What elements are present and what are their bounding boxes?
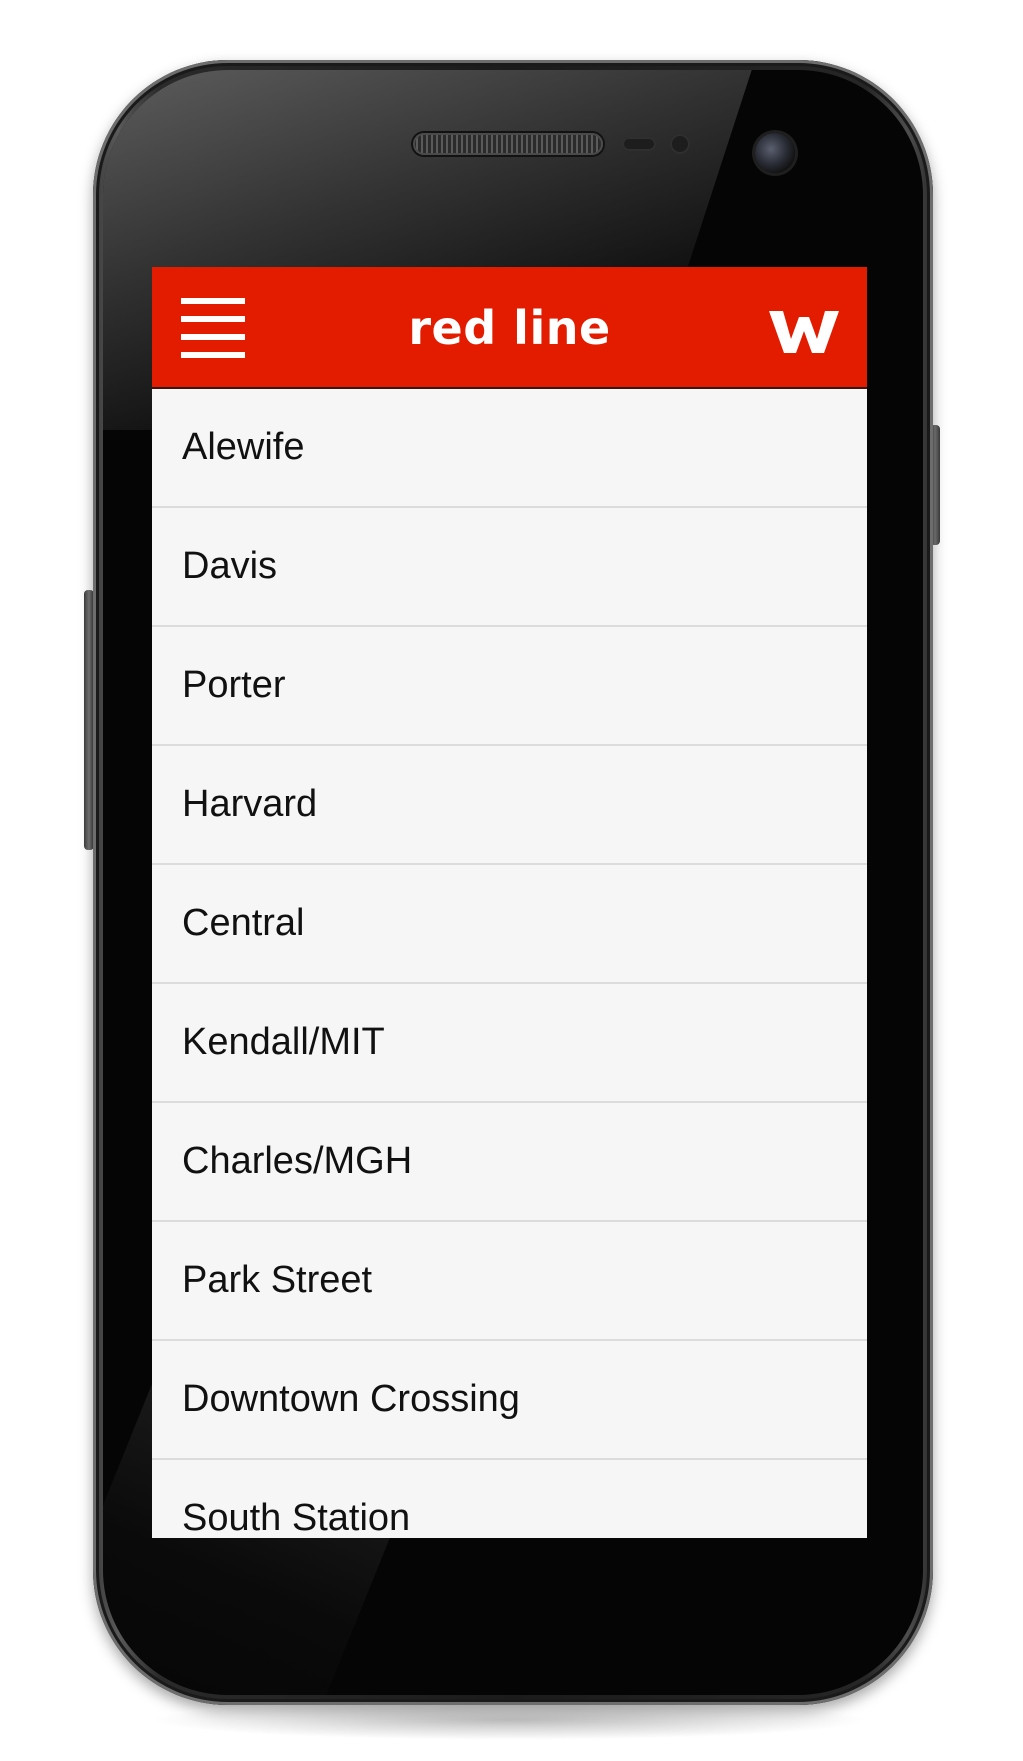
- phone-floor-shadow: [150, 1700, 870, 1740]
- menu-line: [181, 316, 245, 322]
- station-item-alewife[interactable]: Alewife: [152, 389, 867, 508]
- menu-line: [181, 298, 245, 304]
- stage: red line Alewife Davis Porter Harvard Ce…: [0, 0, 1023, 1761]
- station-list: Alewife Davis Porter Harvard Central Ken…: [152, 389, 867, 1538]
- app-bar: red line: [152, 267, 867, 389]
- station-item-charles-mgh[interactable]: Charles/MGH: [152, 1103, 867, 1222]
- front-camera-icon: [755, 133, 795, 173]
- station-item-south-station[interactable]: South Station: [152, 1460, 867, 1538]
- earpiece-speaker: [413, 133, 603, 155]
- proximity-sensor: [622, 137, 656, 151]
- app-screen: red line Alewife Davis Porter Harvard Ce…: [152, 267, 867, 1538]
- w-logo-icon[interactable]: [769, 309, 839, 355]
- station-item-porter[interactable]: Porter: [152, 627, 867, 746]
- station-item-kendall-mit[interactable]: Kendall/MIT: [152, 984, 867, 1103]
- hamburger-menu-icon[interactable]: [181, 298, 245, 358]
- station-item-harvard[interactable]: Harvard: [152, 746, 867, 865]
- station-item-davis[interactable]: Davis: [152, 508, 867, 627]
- station-item-park-street[interactable]: Park Street: [152, 1222, 867, 1341]
- station-item-central[interactable]: Central: [152, 865, 867, 984]
- app-title: red line: [408, 301, 611, 355]
- station-item-downtown-crossing[interactable]: Downtown Crossing: [152, 1341, 867, 1460]
- menu-line: [181, 334, 245, 340]
- light-sensor: [670, 134, 690, 154]
- menu-line: [181, 352, 245, 358]
